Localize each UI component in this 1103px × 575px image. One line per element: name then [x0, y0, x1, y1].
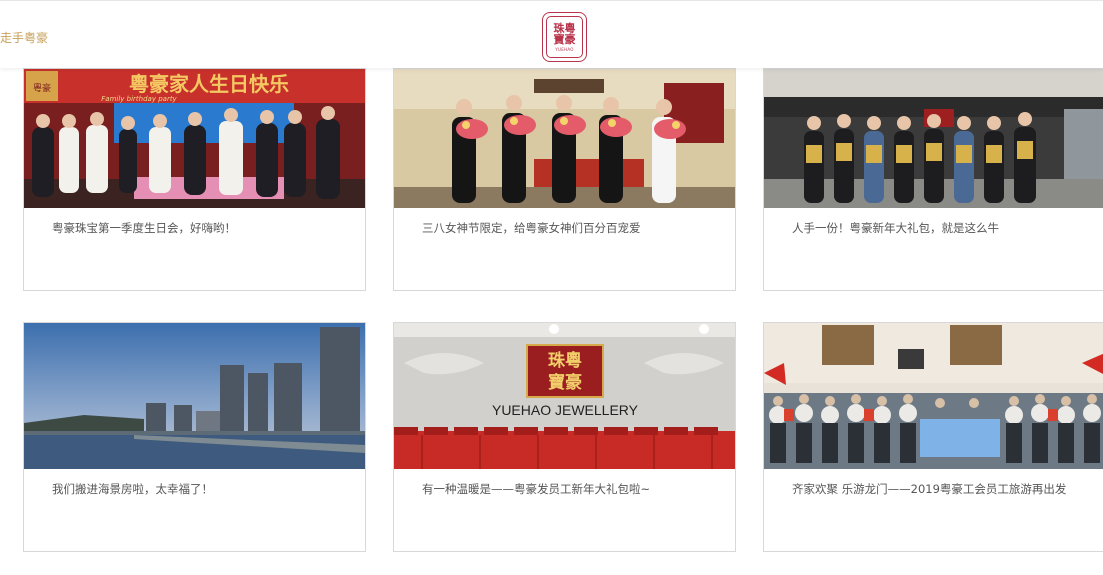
brand-logo[interactable]: 珠粵 寶豪 YUEHAO — [542, 12, 587, 62]
news-caption[interactable]: 粤豪珠宝第一季度生日会，好嗨哟！ — [52, 219, 347, 238]
nav-link-about[interactable]: 走手粤豪 — [0, 29, 48, 46]
photo-sign-line1: 珠粵 — [548, 350, 582, 371]
news-photo-gift-bags[interactable]: 珠粵 寶豪 YUEHAO JEWELLERY — [394, 323, 735, 469]
news-caption[interactable]: 有一种温暖是——粤豪发员工新年大礼包啦~ — [422, 480, 717, 499]
news-caption[interactable]: 齐家欢聚 乐游龙门——2019粤豪工会员工旅游再出发 — [792, 480, 1087, 499]
news-card[interactable]: 齐家欢聚 乐游龙门——2019粤豪工会员工旅游再出发 — [763, 322, 1103, 552]
news-caption[interactable]: 三八女神节限定，给粤豪女神们百分百宠爱 — [422, 219, 717, 238]
logo-text-en: YUEHAO — [555, 46, 574, 52]
news-caption[interactable]: 我们搬进海景房啦，太幸福了！ — [52, 480, 347, 499]
news-photo-womens-day[interactable] — [394, 69, 735, 208]
photo-sign-text: 粵豪 — [33, 82, 51, 94]
photo-sign-line2: 寶豪 — [548, 372, 582, 393]
logo-text-line2: 寶豪 — [553, 32, 576, 46]
news-photo-sea-view[interactable] — [24, 323, 365, 469]
news-photo-birthday[interactable]: 粵豪 粵豪家人生日快乐 Family birthday party — [24, 69, 365, 208]
news-card[interactable]: 人手一份！粤豪新年大礼包，就是这么牛 — [763, 68, 1103, 291]
logo-text-line1: 珠粵 — [553, 21, 576, 35]
news-card[interactable]: 三八女神节限定，给粤豪女神们百分百宠爱 — [393, 68, 736, 291]
top-bar: 走手粤豪 珠粵 寶豪 YUEHAO — [0, 0, 1103, 68]
news-caption[interactable]: 人手一份！粤豪新年大礼包，就是这么牛 — [792, 219, 1087, 238]
photo-banner-text: 粵豪家人生日快乐 — [129, 72, 289, 96]
news-card[interactable]: 珠粵 寶豪 YUEHAO JEWELLERY 有一种温暖是——粤豪发员工新年大礼… — [393, 322, 736, 552]
news-photo-new-year-gift[interactable] — [764, 69, 1103, 208]
news-card[interactable]: 粵豪 粵豪家人生日快乐 Family birthday party 粤豪珠宝第一… — [23, 68, 366, 291]
news-photo-group-trip[interactable] — [764, 323, 1103, 469]
photo-brand-text: YUEHAO JEWELLERY — [492, 402, 639, 418]
photo-banner-subtext: Family birthday party — [101, 95, 177, 103]
news-card[interactable]: 我们搬进海景房啦，太幸福了！ — [23, 322, 366, 552]
logo-frame: 珠粵 寶豪 YUEHAO — [546, 16, 583, 58]
